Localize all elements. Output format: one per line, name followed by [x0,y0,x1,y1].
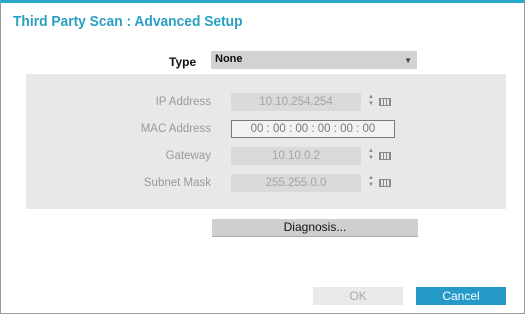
mac-address-field[interactable]: 00 : 00 : 00 : 00 : 00 : 00 [231,120,395,138]
advanced-setup-dialog: Third Party Scan : Advanced Setup Type N… [0,0,525,314]
type-select[interactable]: None ▼ [211,51,417,69]
gateway-spinner-icon[interactable]: ▲ ▼ [367,148,375,164]
diagnosis-button[interactable]: Diagnosis... [212,219,418,237]
gateway-keyboard-icon[interactable] [379,152,391,160]
mac-address-label: MAC Address [140,123,211,135]
subnet-mask-keyboard-icon[interactable] [379,179,391,187]
subnet-mask-field[interactable]: 255.255.0.0 [231,174,361,192]
gateway-label: Gateway [165,150,211,162]
subnet-mask-spinner-icon[interactable]: ▲ ▼ [367,175,375,191]
ok-button[interactable]: OK [313,287,403,305]
network-settings-panel: IP Address 10.10.254.254 ▲ ▼ MAC Address … [26,74,506,209]
ip-address-label: IP Address [155,96,211,108]
ip-address-spinner-icon[interactable]: ▲ ▼ [367,94,375,110]
type-label: Type [169,55,197,69]
gateway-field[interactable]: 10.10.0.2 [231,147,361,165]
subnet-mask-label: Subnet Mask [143,177,211,189]
cancel-button[interactable]: Cancel [416,287,506,305]
type-select-value: None [215,53,243,65]
chevron-down-icon: ▼ [404,56,412,65]
ip-address-field[interactable]: 10.10.254.254 [231,93,361,111]
dialog-title: Third Party Scan : Advanced Setup [13,13,243,30]
ip-address-keyboard-icon[interactable] [379,98,391,106]
